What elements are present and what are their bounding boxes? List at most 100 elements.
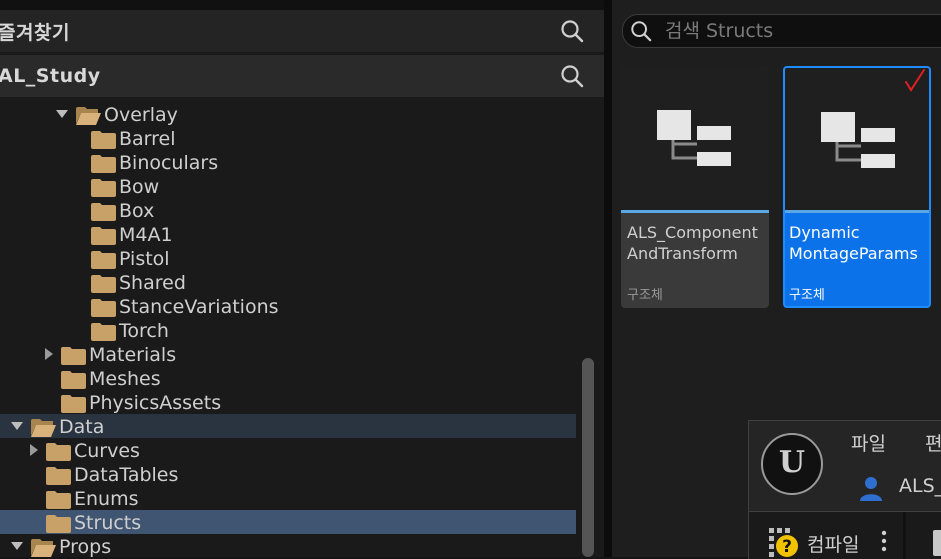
svg-text:?: ?: [782, 537, 792, 557]
asset-type-color-bar: [785, 210, 929, 213]
tree-folder-curves[interactable]: Curves: [0, 438, 576, 462]
tree-folder-label: DataTables: [74, 464, 179, 486]
folder-icon: [91, 322, 116, 341]
asset-search-box[interactable]: [622, 14, 941, 48]
tree-folder-m4a1[interactable]: M4A1: [0, 222, 576, 246]
asset-thumbnail: [621, 66, 769, 210]
tree-folder-meshes[interactable]: Meshes: [0, 366, 576, 390]
asset-name: ALS_Component AndTransform: [627, 223, 758, 263]
folder-open-icon: [76, 106, 101, 125]
asset-type-color-bar: [621, 210, 769, 213]
asset-tile[interactable]: ALS_Component AndTransform 구조체: [621, 66, 769, 308]
search-icon[interactable]: [560, 64, 584, 88]
tree-folder-materials[interactable]: Materials: [0, 342, 576, 366]
tree-folder-stancevariations[interactable]: StanceVariations: [0, 294, 576, 318]
panel-top-strip: [0, 0, 604, 10]
folder-icon: [91, 154, 116, 173]
folder-icon: [91, 226, 116, 245]
tree-folder-datatables[interactable]: DataTables: [0, 462, 576, 486]
asset-thumbnail: [785, 68, 929, 210]
asset-name: Dynamic MontageParams: [789, 223, 918, 263]
tree-folder-label: Data: [59, 416, 105, 438]
tree-folder-label: Structs: [74, 512, 142, 534]
menu-edit[interactable]: 편: [925, 429, 941, 456]
folder-icon: [91, 178, 116, 197]
asset-type: 구조체: [627, 288, 663, 303]
folder-icon: [91, 250, 116, 269]
blueprint-editor-window[interactable]: U 파일 편 ALS_ ? 컴파일: [748, 420, 941, 559]
folder-icon: [61, 394, 86, 413]
expand-arrow-right-icon[interactable]: [45, 348, 53, 360]
tree-folder-label: Materials: [89, 344, 177, 366]
toolbar-next-button[interactable]: [933, 530, 941, 556]
compile-button-label[interactable]: 컴파일: [807, 530, 859, 557]
more-options-icon[interactable]: [881, 528, 887, 554]
compile-status-icon[interactable]: ?: [769, 528, 799, 558]
favorites-header[interactable]: 즐겨찾기: [0, 10, 604, 52]
tree-folder-label: Enums: [74, 488, 139, 510]
asset-search-input[interactable]: [663, 18, 941, 44]
logo-letter: U: [778, 445, 806, 480]
tree-folder-pistol[interactable]: Pistol: [0, 246, 576, 270]
folder-icon: [61, 370, 86, 389]
folder-icon: [91, 298, 116, 317]
tree-folder-label: Shared: [119, 272, 186, 294]
tree-folder-overlay[interactable]: Overlay: [0, 102, 576, 126]
tree-folder-label: M4A1: [119, 224, 173, 246]
tree-folder-box[interactable]: Box: [0, 198, 576, 222]
tree-folder-label: Torch: [119, 320, 169, 342]
tree-folder-label: Pistol: [119, 248, 170, 270]
folder-icon: [46, 466, 71, 485]
folder-icon: [46, 490, 71, 509]
project-header[interactable]: AL_Study: [0, 55, 604, 97]
tree-folder-label: PhysicsAssets: [89, 392, 222, 414]
tree-folder-label: Overlay: [104, 104, 178, 126]
tree-folder-binoculars[interactable]: Binoculars: [0, 150, 576, 174]
tree-folder-label: Curves: [74, 440, 140, 462]
asset-name-tab[interactable]: ALS_: [899, 475, 941, 497]
struct-icon: [657, 110, 731, 166]
favorites-title: 즐겨찾기: [0, 21, 70, 44]
expand-arrow-right-icon[interactable]: [30, 444, 38, 456]
tree-scrollbar[interactable]: [582, 358, 594, 557]
tree-folder-data[interactable]: Data: [0, 414, 576, 438]
folder-icon: [61, 346, 86, 365]
user-icon: [860, 477, 882, 501]
asset-tile-selected[interactable]: Dynamic MontageParams 구조체: [783, 66, 931, 308]
tree-folder-structs[interactable]: Structs: [0, 510, 576, 534]
panel-splitter[interactable]: [604, 0, 612, 557]
project-title: AL_Study: [0, 65, 101, 87]
expand-arrow-down-icon[interactable]: [56, 110, 68, 118]
folder-open-icon: [31, 418, 56, 437]
expand-arrow-down-icon[interactable]: [11, 542, 23, 550]
search-icon: [631, 21, 652, 42]
tree-folder-torch[interactable]: Torch: [0, 318, 576, 342]
expand-arrow-down-icon[interactable]: [11, 422, 23, 430]
tree-folder-label: Meshes: [89, 368, 161, 390]
tree-folder-barrel[interactable]: Barrel: [0, 126, 576, 150]
checkmark-annotation-icon: [905, 69, 925, 92]
struct-icon: [821, 112, 895, 168]
tree-folder-label: Binoculars: [119, 152, 219, 174]
tree-folder-label: Props: [59, 536, 112, 557]
tree-folder-physicsassets[interactable]: PhysicsAssets: [0, 390, 576, 414]
folder-open-icon: [31, 538, 56, 557]
tree-folder-enums[interactable]: Enums: [0, 486, 576, 510]
unreal-logo-icon[interactable]: U: [761, 433, 823, 495]
folder-icon: [46, 514, 71, 533]
tree-folder-shared[interactable]: Shared: [0, 270, 576, 294]
menu-file[interactable]: 파일: [851, 429, 886, 456]
blueprint-toolbar: ? 컴파일: [749, 511, 941, 559]
tree-folder-label: Bow: [119, 176, 160, 198]
folder-icon: [91, 202, 116, 221]
folder-icon: [91, 130, 116, 149]
toolbar-divider: [903, 512, 906, 559]
tree-folder-bow[interactable]: Bow: [0, 174, 576, 198]
folder-tree: Overlay Barrel Binoculars Bow Box M4A1 Pistol S…: [0, 100, 604, 557]
tree-folder-label: Barrel: [119, 128, 176, 150]
tree-folder-label: Box: [119, 200, 155, 222]
tree-folder-label: StanceVariations: [119, 296, 279, 318]
search-icon[interactable]: [560, 19, 584, 43]
asset-type: 구조체: [789, 288, 825, 303]
tree-folder-props[interactable]: Props: [0, 534, 576, 557]
